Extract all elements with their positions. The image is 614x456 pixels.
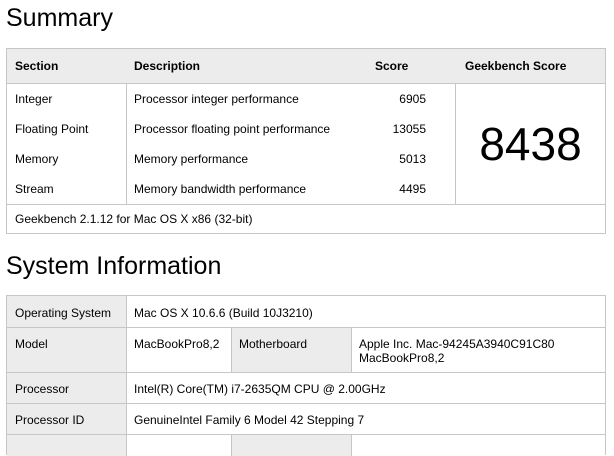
section-cell: Floating Point [15,122,89,136]
description-cell: Processor floating point performance [134,122,331,136]
description-cell: Memory bandwidth performance [134,182,307,196]
summary-footer: Geekbench 2.1.12 for Mac OS X x86 (32-bi… [15,212,253,226]
score-cell: 6905 [399,92,426,106]
row-divider [7,403,605,404]
motherboard-value-line2: MacBookPro8,2 [359,351,445,365]
row-divider [7,204,605,205]
processor-label: Processor [15,382,70,396]
score-cell: 5013 [399,152,426,166]
label-cell [232,435,351,456]
geekbench-score-value: 8438 [479,118,582,170]
column-divider [351,435,352,456]
motherboard-value-line1: Apple Inc. Mac-94245A3940C91C80 [359,337,555,351]
column-divider [126,84,127,204]
description-cell: Processor integer performance [134,92,299,106]
column-divider [351,328,352,372]
system-information-table: Operating System Mac OS X 10.6.6 (Build … [6,295,606,456]
table-row: Memory Memory performance 5013 [7,144,457,174]
motherboard-label: Motherboard [239,337,308,351]
table-row: Stream Memory bandwidth performance 4495 [7,174,457,204]
table-row: Floating Point Processor floating point … [7,114,457,144]
column-header-section: Section [15,59,59,73]
processor-id-value: GenuineIntel Family 6 Model 42 Stepping … [134,413,365,427]
summary-table-header: Section Description Score Geekbench Scor… [7,49,605,84]
label-column [7,296,126,456]
operating-system-value: Mac OS X 10.6.6 (Build 10J3210) [134,306,313,320]
column-divider [126,296,127,456]
system-information-heading: System Information [6,252,222,280]
score-cell: 4495 [399,182,426,196]
column-header-score: Score [375,59,409,73]
processor-value: Intel(R) Core(TM) i7-2635QM CPU @ 2.00GH… [134,382,386,396]
model-value: MacBookPro8,2 [134,337,220,351]
column-header-geekbench-score: Geekbench Score [465,59,567,73]
column-header-description: Description [134,59,201,73]
section-cell: Stream [15,182,54,196]
description-cell: Memory performance [134,152,249,166]
summary-table: Section Description Score Geekbench Scor… [6,48,606,234]
section-cell: Integer [15,92,53,106]
summary-heading: Summary [6,4,113,32]
operating-system-label: Operating System [15,306,112,320]
processor-id-label: Processor ID [15,413,85,427]
model-label: Model [15,337,48,351]
section-cell: Memory [15,152,59,166]
row-divider [7,372,605,373]
score-cell: 13055 [392,122,426,136]
table-row: Integer Processor integer performance 69… [7,84,457,114]
